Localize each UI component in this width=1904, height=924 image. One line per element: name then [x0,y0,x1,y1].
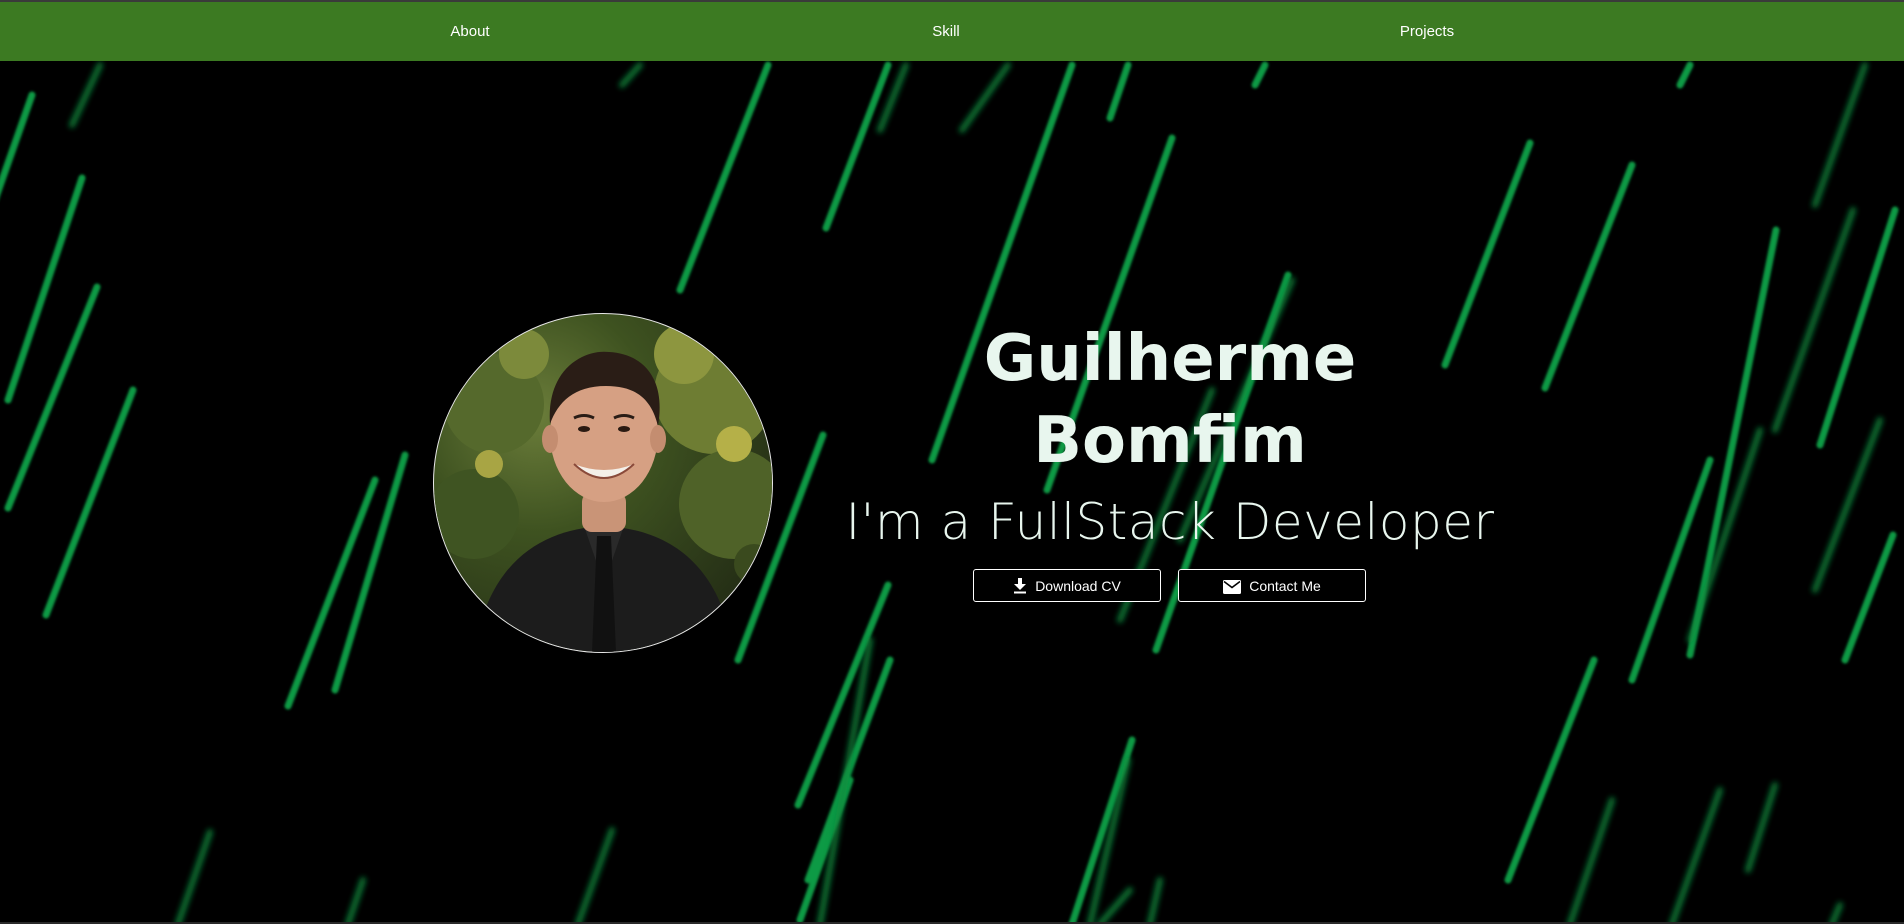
download-cv-button[interactable]: Download CV [973,569,1161,602]
nav-link-about[interactable]: About [450,2,489,61]
nav-link-skill[interactable]: Skill [932,2,960,61]
portfolio-page: About Skill Projects Guilherme Bomfim I'… [0,0,1904,924]
nav-link-projects[interactable]: Projects [1400,2,1454,61]
mail-icon [1223,580,1242,594]
contact-me-button[interactable]: Contact Me [1178,569,1366,602]
profile-photo [434,324,772,652]
hero-role-subtitle: I'm a FullStack Developer [845,493,1495,551]
download-icon [1014,578,1027,594]
contact-me-label: Contact Me [1249,578,1321,594]
download-cv-label: Download CV [1035,578,1121,594]
green-rain-background [0,61,1899,924]
top-navbar: About Skill Projects [0,2,1904,61]
avatar [433,313,773,653]
